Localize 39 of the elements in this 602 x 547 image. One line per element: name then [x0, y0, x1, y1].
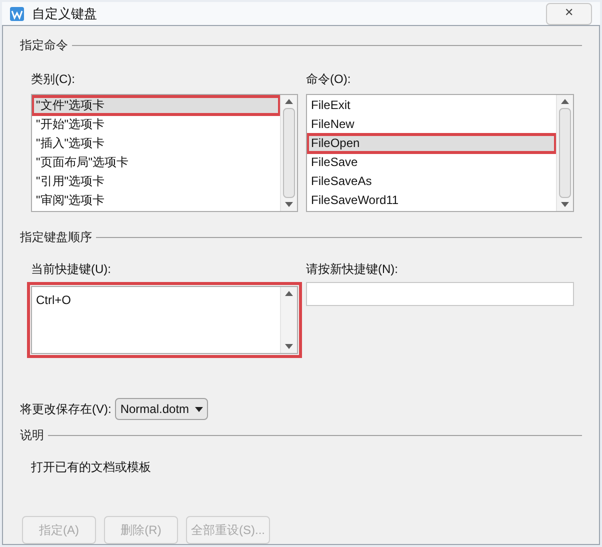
list-item[interactable]: "审阅"选项卡 — [32, 191, 280, 210]
list-item[interactable]: FileSave — [307, 153, 556, 172]
scroll-down-icon[interactable] — [285, 202, 293, 207]
save-location-dropdown[interactable]: Normal.dotm — [115, 398, 208, 420]
list-item[interactable]: FileSaveWord11 — [307, 191, 556, 210]
description-text: 打开已有的文档或模板 — [31, 459, 152, 476]
scroll-up-icon[interactable] — [285, 291, 293, 296]
close-button[interactable]: ✕ — [546, 2, 592, 24]
scroll-up-icon[interactable] — [285, 99, 293, 104]
field-label: 请按新快捷键(N): — [306, 261, 399, 278]
current-keys-list[interactable]: Ctrl+O — [27, 282, 302, 358]
list-item[interactable]: "页面布局"选项卡 — [32, 153, 280, 172]
group-title: 指定键盘顺序 — [20, 229, 92, 246]
scroll-thumb[interactable] — [559, 108, 571, 198]
new-shortcut-field[interactable] — [306, 282, 574, 306]
scrollbar[interactable] — [556, 95, 573, 211]
group-title: 指定命令 — [20, 37, 68, 54]
field-label: 当前快捷键(U): — [31, 261, 112, 278]
group-title: 说明 — [20, 427, 44, 444]
scroll-up-icon[interactable] — [561, 99, 569, 104]
list-item[interactable]: FileOpen — [307, 134, 556, 153]
list-item[interactable]: FileExit — [307, 96, 556, 115]
list-item[interactable]: FileNew — [307, 115, 556, 134]
field-label: 命令(O): — [306, 71, 352, 88]
app-logo-icon — [10, 6, 24, 20]
field-label: 将更改保存在(V): — [20, 401, 112, 418]
dropdown-caret-icon — [195, 406, 204, 412]
list-item[interactable]: "插入"选项卡 — [32, 134, 280, 153]
scroll-thumb[interactable] — [283, 108, 295, 198]
scroll-down-icon[interactable] — [285, 344, 293, 349]
list-item[interactable]: "文件"选项卡 — [32, 96, 280, 115]
list-item[interactable]: "引用"选项卡 — [32, 172, 280, 191]
scroll-down-icon[interactable] — [561, 202, 569, 207]
scrollbar[interactable] — [280, 95, 297, 211]
scrollbar[interactable] — [280, 287, 297, 353]
window-title: 自定义键盘 — [32, 4, 97, 23]
field-label: 类别(C): — [31, 71, 76, 88]
list-item[interactable]: "开始"选项卡 — [32, 115, 280, 134]
list-item[interactable]: FileSaveAs — [307, 172, 556, 191]
